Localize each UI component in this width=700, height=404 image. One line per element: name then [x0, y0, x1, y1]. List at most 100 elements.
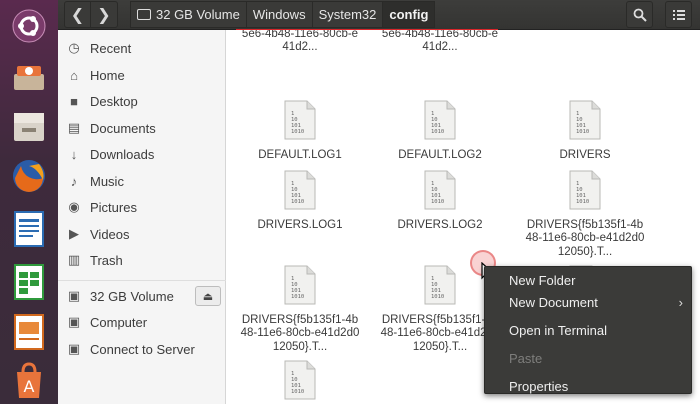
file-name: COMPONENTS {f5b135e6-4b48-11e6-80cb-e41d… [381, 30, 499, 53]
file-name: DRIVERS [559, 148, 611, 161]
installer-icon[interactable] [5, 52, 53, 100]
writer-icon[interactable] [5, 205, 53, 253]
binary-file-icon: 1101011010 [424, 170, 456, 210]
menu-item-label: New Document [509, 294, 598, 310]
server-icon: ▣ [67, 341, 81, 356]
menu-item-label: New Folder [509, 272, 576, 288]
sidebar-item-label: Documents [90, 120, 156, 136]
header-actions [626, 1, 692, 28]
doc-line: 1010 [431, 294, 444, 300]
trash-icon: ▥ [67, 252, 81, 267]
sidebar-device-1[interactable]: ▣ Computer [66, 311, 220, 333]
header-bar: ❮ ❯ 32 GB Volume Windows System32 config [58, 0, 700, 30]
sidebar-item-6[interactable]: ◉ Pictures [66, 196, 220, 218]
sidebar-item-1[interactable]: ⌂ Home [66, 64, 220, 86]
doc-line: 1010 [291, 294, 304, 300]
sidebar: ◷ Recent ⌂ Home ■ Desktop ▤ Documents ↓ Downloads… [58, 30, 226, 404]
sidebar-item-5[interactable]: ♪ Music [66, 170, 220, 192]
file-name: DRIVERS.LOG2 [397, 218, 483, 231]
sidebar-item-label: Desktop [90, 93, 138, 109]
sidebar-item-label: 32 GB Volume [90, 288, 174, 304]
sidebar-item-label: Downloads [90, 146, 155, 162]
software-center-icon[interactable]: A [5, 356, 53, 404]
crumb-config[interactable]: config [382, 1, 436, 28]
file-item[interactable]: 1 10 101 1010 DRIVERS.LOG1 [239, 170, 361, 232]
menu-item-paste: Paste [485, 347, 691, 369]
sidebar-item-label: Music [90, 173, 124, 189]
file-name: DRIVERS{f5b135f1-4b48-11e6-80cb-e41d2d01… [525, 218, 645, 258]
eject-icon[interactable]: ⏏ [195, 286, 221, 306]
sidebar-item-2[interactable]: ■ Desktop [66, 90, 220, 112]
sidebar-item-label: Videos [90, 226, 130, 242]
file-name: DRIVERS{f5b135f1-4b48-11e6-80cb-e41d2d01… [240, 313, 360, 353]
breadcrumb: 32 GB Volume Windows System32 config [130, 1, 436, 28]
back-button[interactable]: ❮ [64, 1, 91, 28]
download-icon: ↓ [70, 146, 78, 162]
forward-button[interactable]: ❯ [91, 1, 118, 28]
menu-item-properties[interactable]: Properties [485, 375, 691, 397]
drive-icon: ▣ [67, 288, 81, 303]
crumb-label: System32 [318, 7, 377, 22]
sidebar-item-3[interactable]: ▤ Documents [66, 117, 220, 139]
file-item[interactable]: 1 10 101 1010 DEFAULT.LOG1 [239, 100, 361, 162]
firefox-icon[interactable] [5, 152, 53, 200]
menu-item-new-folder[interactable]: New Folder [485, 269, 691, 291]
sidebar-item-label: Computer [90, 314, 148, 330]
binary-file-icon: 1101011010 [424, 100, 456, 140]
menu-item-new-document[interactable]: New Document › [485, 291, 691, 313]
svg-text:A: A [24, 377, 35, 396]
doc-line: 1010 [431, 129, 444, 135]
sidebar-item-8[interactable]: ▥ Trash [66, 249, 220, 271]
view-options-button[interactable] [665, 1, 692, 28]
menu-item-open-in-terminal[interactable]: Open in Terminal [485, 319, 691, 341]
crumb-label: Windows [252, 7, 306, 22]
file-item[interactable]: 1 10 101 1010 DEFAULT.LOG2 [379, 100, 501, 162]
binary-file-icon: 1101011010 [569, 100, 601, 140]
sidebar-item-0[interactable]: ◷ Recent [66, 37, 220, 59]
sidebar-item-label: Recent [90, 40, 132, 56]
doc-line: 1010 [291, 199, 304, 205]
home-icon: ⌂ [70, 67, 78, 83]
file-item[interactable]: COMPONENTS {f5b135e6-4b48-11e6-80cb-e41d… [239, 30, 361, 55]
context-menu: New Folder New Document › Open in Terminal P… [484, 266, 692, 394]
file-item[interactable]: 1101011010 [239, 360, 361, 404]
sidebar-divider [58, 280, 226, 281]
nav-buttons: ❮ ❯ [64, 1, 118, 28]
menu-item-label: Paste [509, 350, 543, 366]
crumb-label: 32 GB Volume [156, 7, 240, 22]
file-item[interactable]: 1 10 101 1010 DRIVERS{f5b135f1-4b48-11e6-80c… [524, 170, 646, 259]
files-icon[interactable] [5, 102, 53, 150]
sidebar-item-label: Trash [90, 252, 123, 268]
file-item[interactable]: 1 10 101 1010 DRIVERS{f5b135f1-4b48-11e6-80c… [239, 265, 361, 354]
binary-file-icon: 1101011010 [284, 360, 316, 400]
music-icon: ♪ [70, 173, 78, 189]
sidebar-device-2[interactable]: ▣ Connect to Server [66, 338, 220, 360]
drive-icon [137, 9, 151, 20]
ubuntu-dash-icon[interactable] [5, 2, 53, 50]
binary-file-icon: 1101011010 [569, 170, 601, 210]
sidebar-item-7[interactable]: ▶ Videos [66, 223, 220, 245]
doc-line: 1010 [576, 199, 589, 205]
file-item[interactable]: 1 10 101 1010 DRIVERS.LOG2 [379, 170, 501, 232]
doc-line: 1010 [576, 129, 589, 135]
binary-file-icon: 1101011010 [424, 265, 456, 305]
crumb-label: config [389, 7, 429, 22]
launcher: A [0, 0, 58, 404]
crumb-system32[interactable]: System32 [311, 1, 384, 28]
binary-file-icon: 1101011010 [284, 265, 316, 305]
folder-icon: ■ [70, 93, 78, 109]
file-item[interactable]: COMPONENTS {f5b135e6-4b48-11e6-80cb-e41d… [379, 30, 501, 55]
sidebar-item-label: Pictures [90, 199, 137, 215]
calc-icon[interactable] [5, 258, 53, 306]
crumb-32gb-volume[interactable]: 32 GB Volume [130, 1, 247, 28]
file-name: DEFAULT.LOG1 [258, 148, 342, 161]
list-view-icon [672, 9, 685, 20]
impress-icon[interactable] [5, 308, 53, 356]
crumb-windows[interactable]: Windows [245, 1, 313, 28]
file-item[interactable]: 1 10 101 1010 DRIVERS [524, 100, 646, 162]
clock-icon: ◷ [68, 40, 80, 55]
computer-icon: ▣ [67, 314, 81, 329]
search-button[interactable] [626, 1, 653, 28]
sidebar-item-4[interactable]: ↓ Downloads [66, 143, 220, 165]
sidebar-item-label: Home [90, 67, 125, 83]
